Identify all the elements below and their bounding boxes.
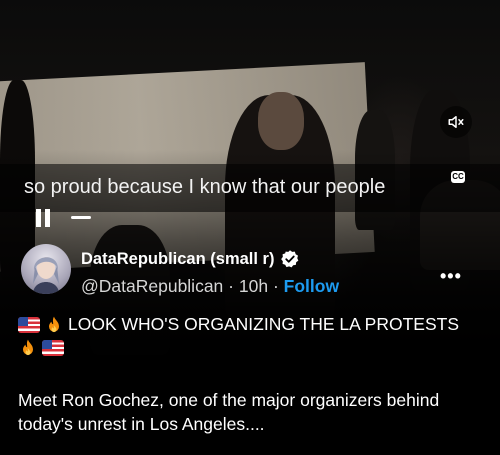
author-meta: @DataRepublican · 10h · Follow: [81, 276, 339, 297]
closed-captions-button[interactable]: CC: [451, 171, 465, 183]
more-options-button[interactable]: •••: [440, 266, 462, 287]
follow-button[interactable]: Follow: [284, 276, 339, 296]
us-flag-emoji: [18, 316, 40, 333]
more-options-icon: •••: [440, 266, 462, 286]
fire-emoji: [49, 316, 59, 332]
post-body: Meet Ron Gochez, one of the major organi…: [18, 388, 488, 436]
post-headline: LOOK WHO'S ORGANIZING THE LA PROTESTS: [68, 314, 459, 334]
author-handle[interactable]: @DataRepublican: [81, 276, 223, 296]
post-emoji-row: [18, 338, 64, 358]
video-player[interactable]: so proud because I know that our people …: [0, 0, 500, 455]
speaker-muted-icon: [448, 116, 464, 128]
pause-icon: [45, 209, 50, 227]
fire-emoji: [23, 339, 33, 356]
pause-icon: [36, 209, 41, 227]
meta-separator: ·: [272, 276, 279, 296]
video-caption: so proud because I know that our people: [24, 176, 386, 198]
verified-badge-icon: [281, 250, 299, 268]
author-name-text: DataRepublican (small r): [81, 249, 275, 268]
mute-button[interactable]: [440, 106, 472, 138]
pause-button[interactable]: [33, 208, 53, 228]
author-name[interactable]: DataRepublican (small r): [81, 249, 300, 269]
us-flag-emoji: [42, 340, 64, 356]
avatar[interactable]: [21, 244, 71, 294]
post-body-line: today's unrest in Los Angeles....: [18, 414, 265, 434]
post-headline-row: LOOK WHO'S ORGANIZING THE LA PROTESTS: [18, 314, 459, 335]
post-body-line: Meet Ron Gochez, one of the major organi…: [18, 390, 440, 410]
video-progress-bar[interactable]: [71, 216, 91, 219]
avatar-illustration: [33, 257, 59, 294]
post-time[interactable]: 10h: [239, 276, 268, 296]
meta-separator: ·: [228, 276, 234, 296]
video-figure-head: [258, 92, 304, 150]
